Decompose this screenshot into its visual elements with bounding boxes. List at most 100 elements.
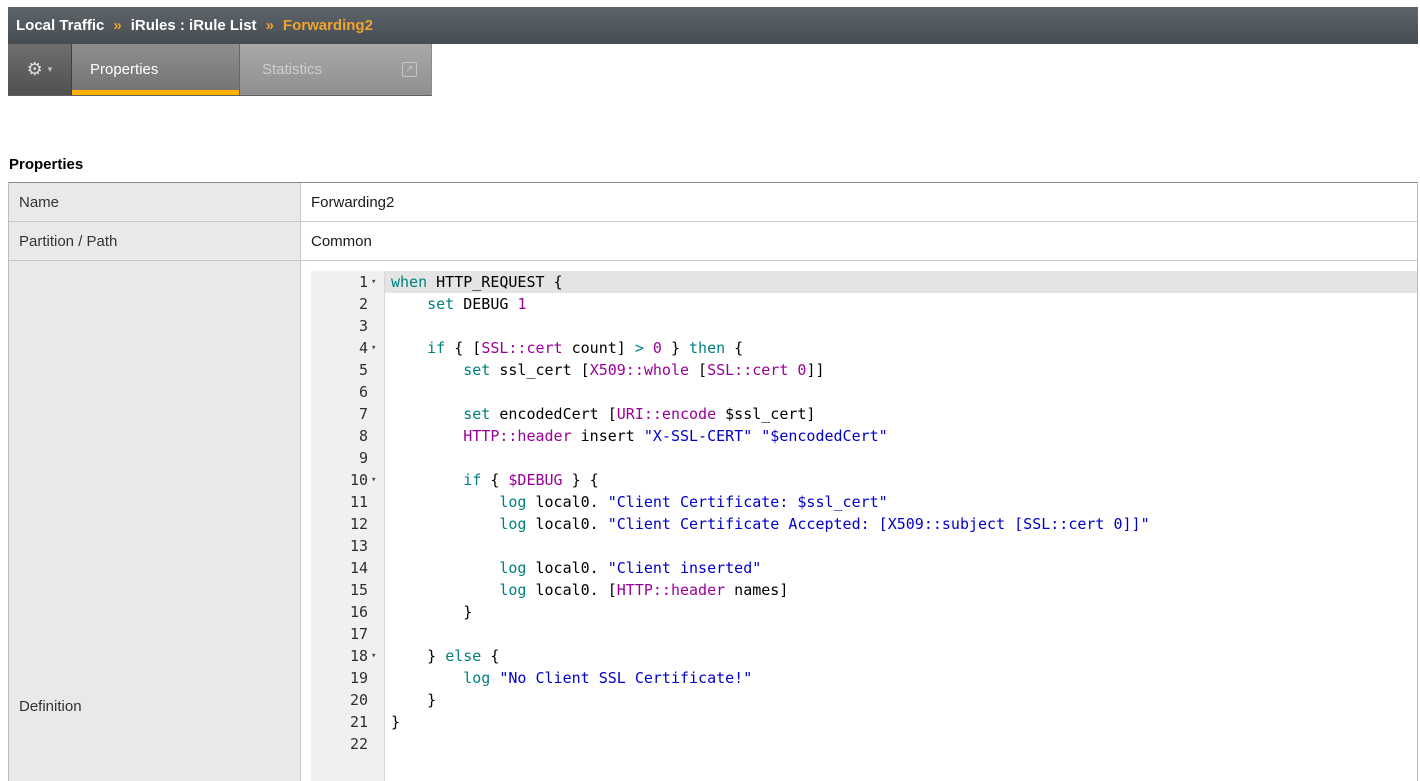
- code-line[interactable]: 10▾ if { $DEBUG } {: [311, 469, 1417, 491]
- fold-spacer: [368, 315, 385, 337]
- code-line-text: [385, 535, 1417, 557]
- line-number-gutter: 11: [311, 491, 385, 513]
- breadcrumb-separator-icon: »: [266, 17, 274, 34]
- fold-arrow-icon[interactable]: ▾: [368, 645, 385, 667]
- line-number: 6: [359, 381, 368, 403]
- name-value: Forwarding2: [301, 183, 1417, 221]
- line-number-gutter: 2: [311, 293, 385, 315]
- code-line[interactable]: 18▾ } else {: [311, 645, 1417, 667]
- fold-spacer: [368, 733, 385, 755]
- fold-arrow-icon[interactable]: ▾: [368, 469, 385, 491]
- code-line-text: log local0. [HTTP::header names]: [385, 579, 1417, 601]
- code-line[interactable]: 16 }: [311, 601, 1417, 623]
- breadcrumb-item-local-traffic[interactable]: Local Traffic: [16, 17, 104, 34]
- code-line[interactable]: 6: [311, 381, 1417, 403]
- fold-spacer: [368, 381, 385, 403]
- code-line[interactable]: 22: [311, 733, 1417, 755]
- code-editor[interactable]: 1▾when HTTP_REQUEST {2 set DEBUG 134▾ if…: [311, 271, 1417, 781]
- line-number-gutter: 8: [311, 425, 385, 447]
- code-line-text: log local0. "Client Certificate: $ssl_ce…: [385, 491, 1417, 513]
- definition-label-cell: Definition: [9, 261, 301, 781]
- code-line[interactable]: 21}: [311, 711, 1417, 733]
- line-number: 1: [359, 271, 368, 293]
- definition-value-cell: 1▾when HTTP_REQUEST {2 set DEBUG 134▾ if…: [301, 261, 1417, 781]
- line-number-gutter: 14: [311, 557, 385, 579]
- code-line-text: }: [385, 711, 1417, 733]
- code-line[interactable]: 12 log local0. "Client Certificate Accep…: [311, 513, 1417, 535]
- line-number: 20: [350, 689, 368, 711]
- fold-spacer: [368, 623, 385, 645]
- tab-properties-label: Properties: [90, 61, 158, 78]
- code-line[interactable]: 3: [311, 315, 1417, 337]
- code-line[interactable]: 13: [311, 535, 1417, 557]
- code-line-text: when HTTP_REQUEST {: [385, 271, 1417, 293]
- code-line[interactable]: 17: [311, 623, 1417, 645]
- fold-spacer: [368, 513, 385, 535]
- tab-properties[interactable]: Properties: [72, 44, 240, 95]
- code-line[interactable]: 7 set encodedCert [URI::encode $ssl_cert…: [311, 403, 1417, 425]
- fold-spacer: [368, 491, 385, 513]
- fold-spacer: [368, 447, 385, 469]
- fold-spacer: [368, 403, 385, 425]
- gear-menu-button[interactable]: ⚙ ▾: [8, 44, 72, 95]
- code-line[interactable]: 4▾ if { [SSL::cert count] > 0 } then {: [311, 337, 1417, 359]
- line-number: 17: [350, 623, 368, 645]
- code-line-text: }: [385, 689, 1417, 711]
- code-line[interactable]: 19 log "No Client SSL Certificate!": [311, 667, 1417, 689]
- line-number: 13: [350, 535, 368, 557]
- code-line[interactable]: 1▾when HTTP_REQUEST {: [311, 271, 1417, 293]
- fold-arrow-icon[interactable]: ▾: [368, 271, 385, 293]
- fold-spacer: [368, 689, 385, 711]
- partition-label: Partition / Path: [9, 222, 301, 260]
- line-number-gutter: 4▾: [311, 337, 385, 359]
- line-number-gutter: 9: [311, 447, 385, 469]
- chevron-down-icon: ▾: [48, 64, 53, 75]
- line-number: 4: [359, 337, 368, 359]
- line-number: 15: [350, 579, 368, 601]
- code-line[interactable]: 15 log local0. [HTTP::header names]: [311, 579, 1417, 601]
- code-line-text: if { [SSL::cert count] > 0 } then {: [385, 337, 1417, 359]
- code-line[interactable]: 14 log local0. "Client inserted": [311, 557, 1417, 579]
- code-line-text: log "No Client SSL Certificate!": [385, 667, 1417, 689]
- code-line-text: set DEBUG 1: [385, 293, 1417, 315]
- line-number-gutter: 1▾: [311, 271, 385, 293]
- breadcrumb-current-page: Forwarding2: [283, 17, 373, 34]
- line-number: 16: [350, 601, 368, 623]
- line-number: 5: [359, 359, 368, 381]
- line-number-gutter: 13: [311, 535, 385, 557]
- fold-spacer: [368, 293, 385, 315]
- line-number-gutter: 6: [311, 381, 385, 403]
- definition-label: Definition: [19, 698, 82, 715]
- property-row-definition: Definition 1▾when HTTP_REQUEST {2 set DE…: [9, 261, 1417, 781]
- external-link-icon[interactable]: ↗: [402, 62, 417, 77]
- line-number-gutter: 3: [311, 315, 385, 337]
- fold-arrow-icon[interactable]: ▾: [368, 337, 385, 359]
- fold-spacer: [368, 601, 385, 623]
- code-line-text: set encodedCert [URI::encode $ssl_cert]: [385, 403, 1417, 425]
- code-line[interactable]: 2 set DEBUG 1: [311, 293, 1417, 315]
- code-line-text: }: [385, 601, 1417, 623]
- tab-statistics[interactable]: Statistics ↗: [240, 44, 431, 95]
- line-number: 11: [350, 491, 368, 513]
- line-number-gutter: 10▾: [311, 469, 385, 491]
- code-line[interactable]: 11 log local0. "Client Certificate: $ssl…: [311, 491, 1417, 513]
- line-number-gutter: 12: [311, 513, 385, 535]
- code-line-text: [385, 623, 1417, 645]
- partition-value: Common: [301, 222, 1417, 260]
- code-line[interactable]: 8 HTTP::header insert "X-SSL-CERT" "$enc…: [311, 425, 1417, 447]
- line-number: 10: [350, 469, 368, 491]
- code-line-text: } else {: [385, 645, 1417, 667]
- property-row-name: Name Forwarding2: [9, 183, 1417, 222]
- line-number: 18: [350, 645, 368, 667]
- code-line-text: [385, 447, 1417, 469]
- line-number-gutter: 17: [311, 623, 385, 645]
- code-line[interactable]: 20 }: [311, 689, 1417, 711]
- line-number: 3: [359, 315, 368, 337]
- section-title: Properties: [9, 156, 1420, 173]
- code-line[interactable]: 9: [311, 447, 1417, 469]
- fold-spacer: [368, 711, 385, 733]
- gear-icon: ⚙: [27, 59, 43, 80]
- breadcrumb-item-irule-list[interactable]: iRules : iRule List: [131, 17, 257, 34]
- code-line[interactable]: 5 set ssl_cert [X509::whole [SSL::cert 0…: [311, 359, 1417, 381]
- line-number: 14: [350, 557, 368, 579]
